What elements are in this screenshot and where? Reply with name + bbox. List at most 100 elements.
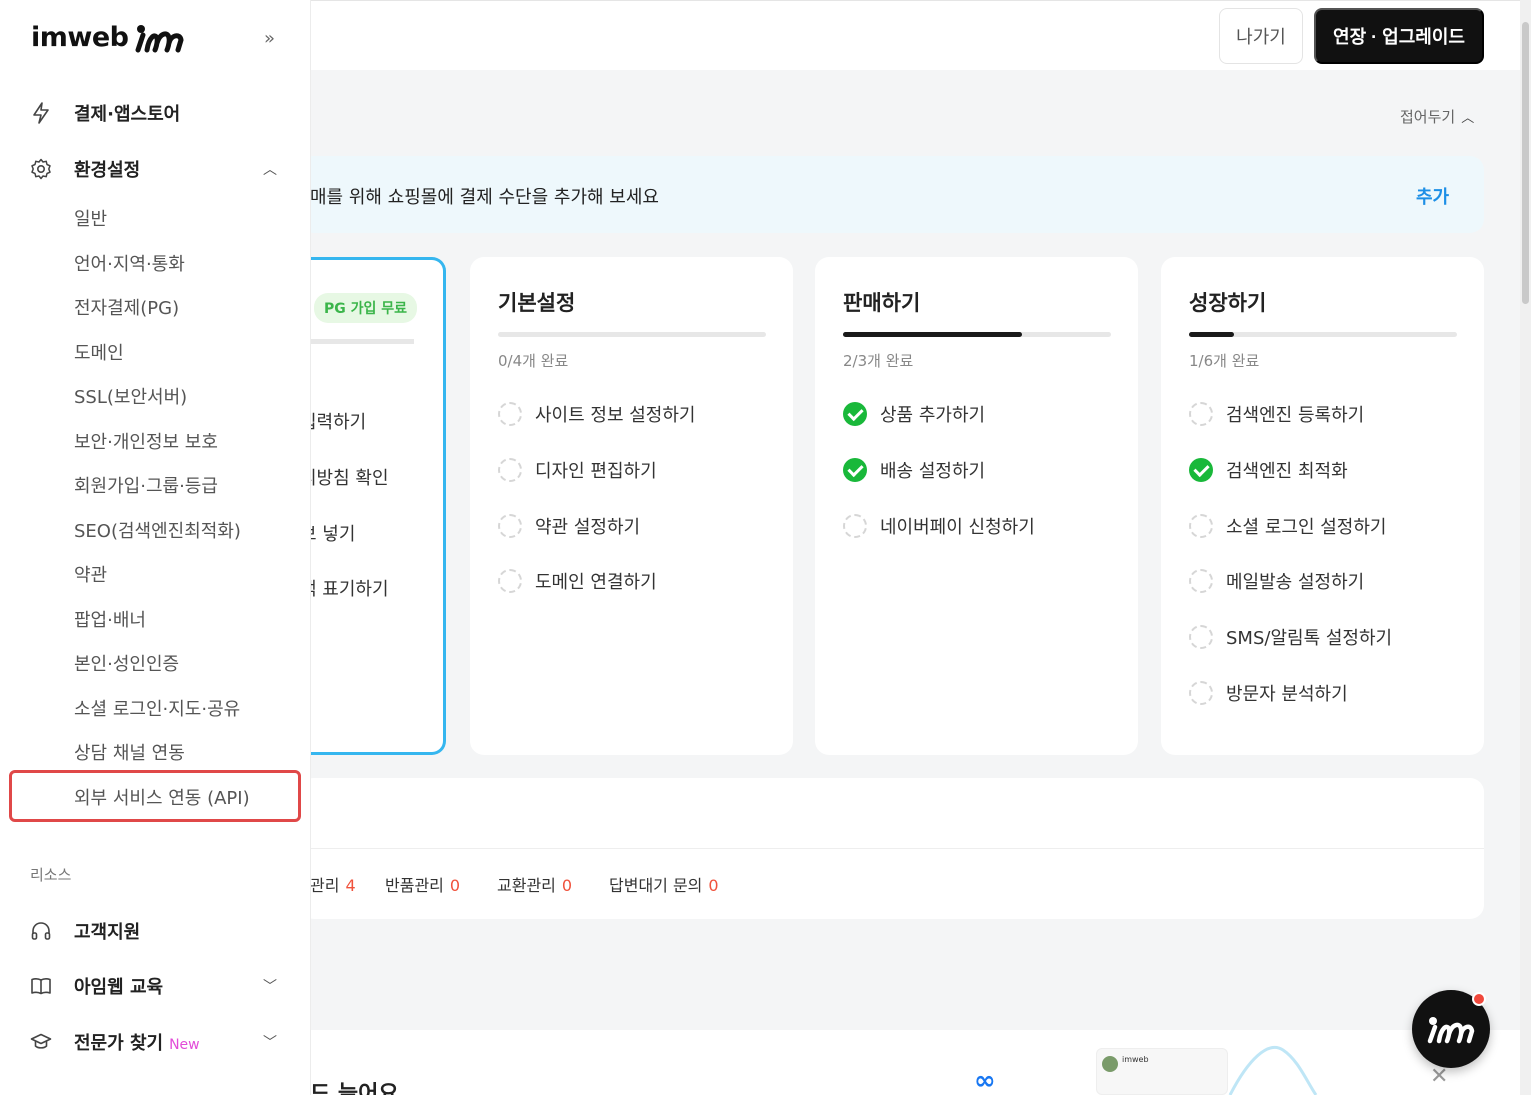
book-icon (30, 975, 52, 997)
pg-task[interactable]: 리방침 확인 (300, 464, 389, 490)
sidebar-item-payment-appstore[interactable]: 결제·앱스토어 (30, 100, 180, 126)
chevron-down-icon[interactable]: ﹀ (263, 1032, 277, 1052)
task-label: 배송 설정하기 (880, 461, 986, 482)
task-item[interactable]: 메일발송 설정하기 (1189, 568, 1364, 594)
meta-logo-icon: ∞ (974, 1066, 996, 1095)
task-item[interactable]: 약관 설정하기 (498, 513, 640, 539)
sidebar-subitem-social[interactable]: 소셜 로그인·지도·공유 (74, 695, 240, 721)
order-stat-item[interactable]: 관리 4 (310, 872, 356, 896)
sidebar-subitem-domain[interactable]: 도메인 (74, 339, 124, 365)
sidebar-subitem-terms[interactable]: 약관 (74, 561, 107, 587)
sidebar-item-settings[interactable]: 환경설정 (30, 156, 140, 182)
sidebar-subitem-language[interactable]: 언어·지역·통화 (74, 250, 185, 276)
sidebar-item-education[interactable]: 아임웹 교육 (30, 973, 163, 999)
promo-card[interactable] (300, 1030, 1520, 1095)
task-label: 도메인 연결하기 (535, 572, 657, 593)
selection-highlight (9, 770, 301, 822)
sidebar-subitem-seo[interactable]: SEO(검색엔진최적화) (74, 517, 241, 543)
pending-circle-icon (1189, 402, 1213, 426)
imweb-logo-icon (1427, 1017, 1475, 1044)
pending-circle-icon (1189, 625, 1213, 649)
sidebar-subitem-consult[interactable]: 상담 채널 연동 (74, 739, 185, 765)
order-stat-count: 0 (561, 876, 573, 895)
order-stat-label: 교환관리 (497, 876, 556, 895)
sidebar-subitem-general[interactable]: 일반 (74, 205, 107, 231)
imweb-logo[interactable]: imweb (31, 22, 185, 53)
task-label: 소셜 로그인 설정하기 (1226, 517, 1387, 538)
task-item[interactable]: 검색엔진 등록하기 (1189, 401, 1364, 427)
task-item[interactable]: 도메인 연결하기 (498, 568, 657, 594)
pending-circle-icon (843, 514, 867, 538)
order-stat-exchanges[interactable]: 교환관리 0 (497, 872, 572, 896)
pg-task[interactable]: 백 표기하기 (300, 575, 389, 601)
banner-text: 매를 위해 쇼핑몰에 결제 수단을 추가해 보세요 (310, 187, 659, 208)
task-item[interactable]: 사이트 정보 설정하기 (498, 401, 695, 427)
card-title: 기본설정 (498, 291, 576, 315)
pending-circle-icon (498, 569, 522, 593)
check-circle-icon (1189, 458, 1213, 482)
card-title: 판매하기 (843, 291, 921, 315)
completion-count: 2/3개 완료 (843, 352, 914, 370)
task-label: SMS/알림톡 설정하기 (1226, 628, 1393, 649)
sidebar-item-label: 아임웹 교육 (74, 977, 164, 998)
order-stat-count: 0 (708, 876, 719, 895)
avatar (1102, 1056, 1118, 1072)
card-title: 성장하기 (1189, 291, 1267, 315)
task-item[interactable]: 배송 설정하기 (843, 457, 985, 483)
pending-circle-icon (498, 458, 522, 482)
task-label: 네이버페이 신청하기 (880, 517, 1035, 538)
task-label: 방문자 분석하기 (1226, 684, 1348, 705)
banner-add-button[interactable]: 추가 (1416, 183, 1449, 209)
task-label: 검색엔진 최적화 (1226, 461, 1348, 482)
sidebar-item-label: 전문가 찾기 (74, 1033, 164, 1054)
sidebar-item-support[interactable]: 고객지원 (30, 918, 140, 944)
exit-button[interactable]: 나가기 (1219, 8, 1303, 64)
notification-dot (1472, 992, 1486, 1006)
chevron-up-icon[interactable]: ︿ (263, 159, 277, 179)
task-label: 약관 설정하기 (535, 517, 641, 538)
gear-icon (30, 158, 52, 180)
pending-circle-icon (1189, 569, 1213, 593)
card-growth: 성장하기 1/6개 완료 검색엔진 등록하기 검색엔진 최적화 소셜 로그인 설… (1161, 257, 1484, 755)
pending-circle-icon (1189, 514, 1213, 538)
sidebar-subitem-verification[interactable]: 본인·성인인증 (74, 650, 179, 676)
double-chevron-right-icon[interactable]: » (264, 28, 275, 49)
progress-bar (498, 332, 766, 337)
sidebar: imweb » 결제·앱스토어 환경설정 ︿ 일반 언어·지역·통화 전자결제(… (0, 0, 311, 1095)
order-stat-label: 답변대기 문의 (609, 876, 703, 895)
card-basic-settings: 기본설정 0/4개 완료 사이트 정보 설정하기 디자인 편집하기 약관 설정하… (470, 257, 793, 755)
task-label: 디자인 편집하기 (535, 461, 657, 482)
upgrade-button[interactable]: 연장 · 업그레이드 (1314, 8, 1484, 64)
task-item[interactable]: 네이버페이 신청하기 (843, 513, 1035, 539)
task-item[interactable]: 검색엔진 최적화 (1189, 457, 1348, 483)
progress-bar (1189, 332, 1457, 337)
sidebar-item-label: 결제·앱스토어 (74, 104, 181, 125)
pg-card[interactable]: PG 가입 무료 입력하기 리방침 확인 보 넣기 백 표기하기 (300, 257, 446, 755)
order-stat-pending-inquiries[interactable]: 답변대기 문의 0 (609, 872, 719, 896)
pg-free-badge: PG 가입 무료 (314, 293, 418, 323)
order-stat-returns[interactable]: 반품관리 0 (385, 872, 460, 896)
pg-progress-bar (300, 339, 414, 344)
chevron-down-icon[interactable]: ﹀ (263, 976, 277, 996)
sidebar-subitem-security[interactable]: 보안·개인정보 보호 (74, 428, 218, 454)
sidebar-subitem-ssl[interactable]: SSL(보안서버) (74, 383, 187, 409)
progress-bar (843, 332, 1111, 337)
logo-text: imweb (31, 22, 129, 53)
progress-fill (1189, 332, 1234, 337)
task-item[interactable]: 소셜 로그인 설정하기 (1189, 513, 1386, 539)
sidebar-item-experts[interactable]: 전문가 찾기 New (30, 1029, 200, 1055)
order-stat-count: 0 (449, 876, 461, 895)
sidebar-subitem-membership[interactable]: 회원가입·그룹·등급 (74, 472, 218, 498)
sidebar-subitem-pg[interactable]: 전자결제(PG) (74, 294, 179, 320)
card-selling: 판매하기 2/3개 완료 상품 추가하기 배송 설정하기 네이버페이 신청하기 (815, 257, 1138, 755)
task-item[interactable]: SMS/알림톡 설정하기 (1189, 624, 1392, 650)
collapse-toggle[interactable]: 접어두기 ︿ (1400, 106, 1474, 127)
task-item[interactable]: 디자인 편집하기 (498, 457, 657, 483)
sidebar-subitem-popup[interactable]: 팝업·배너 (74, 606, 146, 632)
task-item[interactable]: 방문자 분석하기 (1189, 680, 1348, 706)
scrollbar-thumb[interactable] (1522, 22, 1529, 304)
headset-icon (30, 920, 52, 942)
growth-curve-icon (1228, 1045, 1318, 1095)
progress-fill (843, 332, 1022, 337)
task-item[interactable]: 상품 추가하기 (843, 401, 985, 427)
